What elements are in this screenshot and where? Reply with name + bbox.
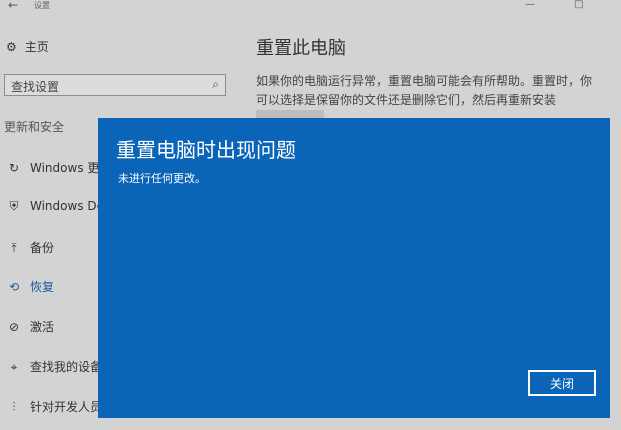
back-arrow-icon[interactable]: ←	[8, 0, 18, 12]
refresh-icon: ↻	[8, 161, 20, 175]
section-title: 更新和安全	[4, 120, 65, 134]
recovery-icon: ⟲	[8, 280, 20, 294]
developer-tools-icon: ⫶	[12, 400, 16, 414]
sidebar-item-label: 查找我的设备	[30, 360, 103, 374]
get-started-button-hidden	[256, 110, 324, 118]
dialog-message: 未进行任何更改。	[118, 172, 206, 185]
search-field[interactable]: 查找设置 ⌕	[4, 74, 226, 96]
activation-check-icon: ⊘	[8, 320, 20, 334]
sidebar-item-label: 恢复	[30, 280, 55, 294]
page-title: 重置此电脑	[256, 38, 346, 59]
sidebar-item-label: 备份	[30, 241, 55, 255]
sidebar-item-activation[interactable]: ⊘ 激活	[6, 318, 54, 335]
sidebar-item-for-developers[interactable]: ⫶ 针对开发人员	[6, 398, 102, 415]
gear-icon: ⚙	[6, 40, 17, 54]
maximize-icon[interactable]: □	[574, 0, 583, 10]
minimize-icon[interactable]: —	[525, 0, 535, 10]
sidebar-item-find-my-device[interactable]: ⌖ 查找我的设备	[6, 358, 102, 375]
sidebar-item-label: 激活	[30, 320, 55, 334]
window-title: 设置	[34, 1, 50, 10]
home-label: 主页	[24, 40, 49, 54]
title-bar: ← 设置 — □	[0, 0, 621, 14]
sidebar-item-recovery[interactable]: ⟲ 恢复	[6, 278, 54, 295]
sidebar-item-backup[interactable]: ⤒ 备份	[6, 239, 54, 256]
sidebar-item-label: 针对开发人员	[30, 400, 103, 414]
sidebar-item-windows-update[interactable]: ↻ Windows 更新	[6, 159, 111, 176]
error-dialog: 重置电脑时出现问题 未进行任何更改。 关闭	[98, 118, 610, 418]
dialog-title: 重置电脑时出现问题	[116, 138, 296, 162]
search-icon[interactable]: ⌕	[212, 77, 219, 92]
backup-arrow-icon: ⤒	[11, 241, 17, 255]
search-placeholder: 查找设置	[11, 80, 60, 94]
shield-icon: ⛨	[9, 199, 19, 213]
home-link[interactable]: ⚙ 主页	[6, 38, 49, 55]
close-button[interactable]: 关闭	[528, 370, 596, 396]
person-locate-icon: ⌖	[10, 360, 18, 374]
